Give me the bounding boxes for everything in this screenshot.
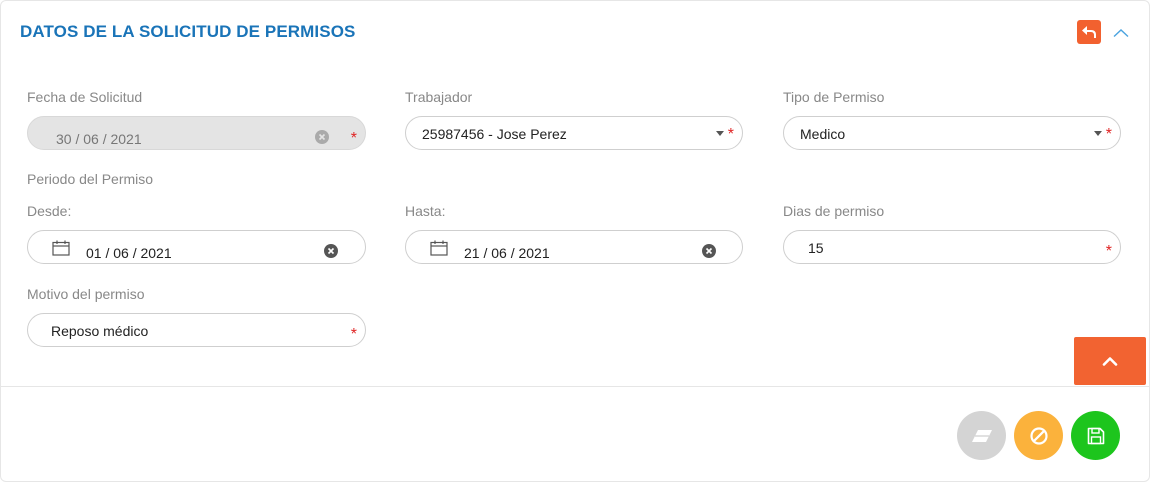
save-button[interactable] [1071, 411, 1120, 460]
chevron-up-icon [1102, 357, 1118, 366]
hasta-label: Hasta: [405, 203, 446, 219]
fecha-solicitud-value: 30 / 06 / 2021 [56, 131, 142, 147]
trabajador-value: 25987456 - Jose Perez [422, 126, 567, 142]
clear-icon[interactable] [702, 244, 716, 258]
calendar-icon[interactable] [430, 240, 448, 256]
tipo-permiso-select[interactable]: Medico * [783, 116, 1121, 150]
back-button[interactable] [1077, 20, 1101, 44]
footer-divider [1, 386, 1149, 387]
periodo-label: Periodo del Permiso [27, 171, 154, 187]
desde-date-field[interactable]: 01 / 06 / 2021 [27, 230, 366, 264]
clear-icon[interactable] [324, 244, 338, 258]
required-mark: * [1105, 126, 1112, 143]
calendar-icon[interactable] [52, 240, 70, 256]
motivo-label: Motivo del permiso [27, 286, 145, 302]
required-mark: * [350, 326, 357, 343]
hasta-date-field[interactable]: 21 / 06 / 2021 [405, 230, 743, 264]
permission-request-card: DATOS DE LA SOLICITUD DE PERMISOS Fecha … [0, 0, 1150, 482]
floppy-disk-icon [1087, 427, 1104, 444]
desde-label: Desde: [27, 203, 72, 219]
motivo-input[interactable]: Reposo médico * [27, 313, 366, 347]
caret-down-icon [716, 131, 724, 136]
ban-icon [1029, 426, 1048, 445]
scroll-top-button[interactable] [1074, 337, 1146, 385]
eraser-icon [971, 429, 992, 442]
required-mark: * [727, 126, 734, 143]
required-mark: * [1105, 243, 1112, 260]
fecha-solicitud-label: Fecha de Solicitud [27, 89, 143, 105]
undo-arrow-icon [1082, 26, 1096, 38]
chevron-up-icon [1113, 29, 1129, 38]
dias-input[interactable]: 15 * [783, 230, 1121, 264]
card-title: DATOS DE LA SOLICITUD DE PERMISOS [20, 22, 356, 41]
clear-icon [315, 130, 329, 144]
dias-label: Dias de permiso [783, 203, 885, 219]
caret-down-icon [1094, 131, 1102, 136]
clear-form-button[interactable] [957, 411, 1006, 460]
required-mark: * [350, 130, 357, 147]
fecha-solicitud-field: 30 / 06 / 2021 * [27, 116, 366, 150]
dias-value: 15 [808, 240, 824, 256]
tipo-permiso-value: Medico [800, 126, 846, 142]
desde-value: 01 / 06 / 2021 [86, 245, 172, 261]
tipo-permiso-label: Tipo de Permiso [783, 89, 885, 105]
trabajador-select[interactable]: 25987456 - Jose Perez * [405, 116, 743, 150]
cancel-button[interactable] [1014, 411, 1063, 460]
hasta-value: 21 / 06 / 2021 [464, 245, 550, 261]
collapse-button[interactable] [1111, 25, 1131, 41]
trabajador-label: Trabajador [405, 89, 473, 105]
motivo-value: Reposo médico [51, 323, 149, 339]
